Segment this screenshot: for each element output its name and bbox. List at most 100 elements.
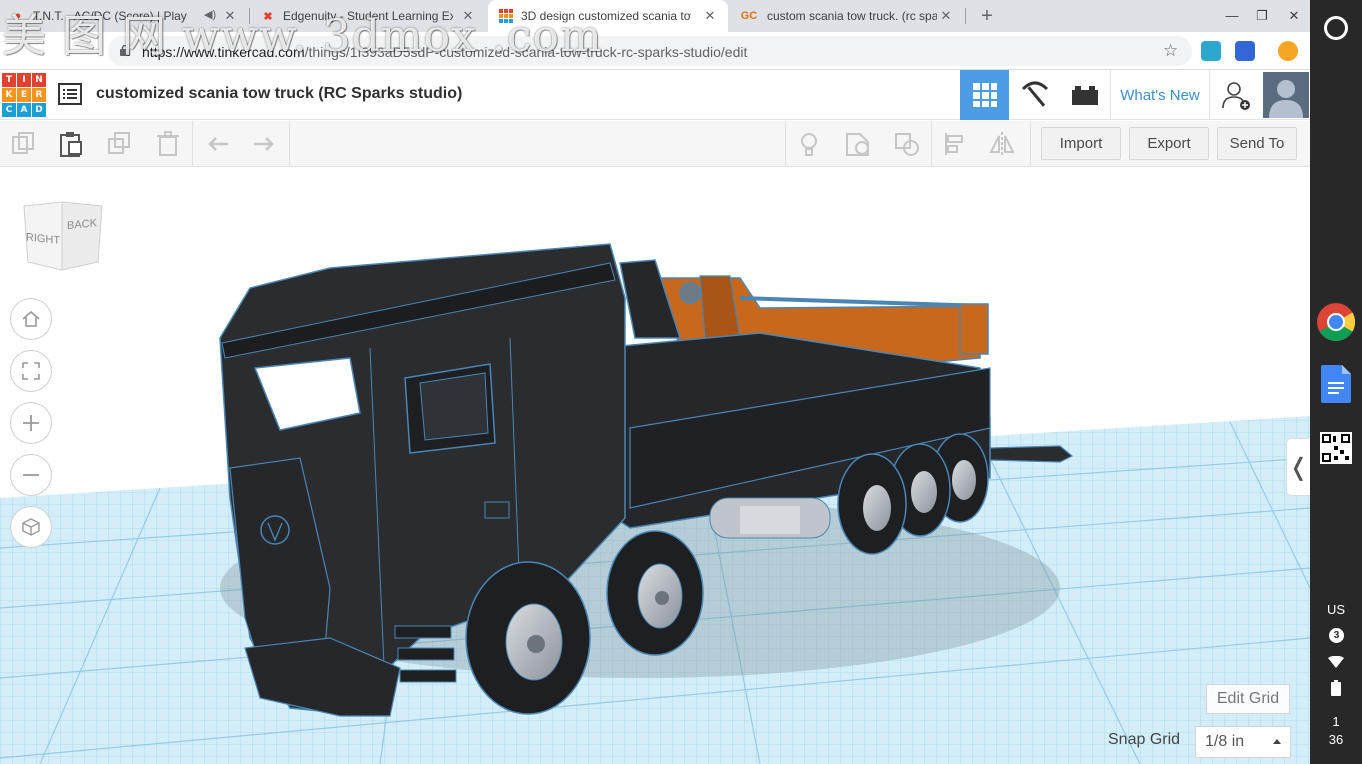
copy-icon[interactable] bbox=[10, 130, 38, 158]
lock-icon bbox=[120, 45, 130, 56]
grid-view-icon bbox=[972, 83, 997, 107]
drive-shaft bbox=[709, 497, 831, 539]
3d-scene[interactable] bbox=[0, 168, 1310, 764]
close-tab-icon[interactable]: ✕ bbox=[702, 8, 718, 24]
group-icon[interactable] bbox=[844, 130, 872, 158]
browser-toolbar: https://www.tinkercad.com/things/1I393aD… bbox=[0, 32, 1310, 70]
design-list-icon[interactable] bbox=[58, 82, 82, 106]
bookmark-star-icon[interactable]: ☆ bbox=[1163, 41, 1178, 61]
home-view-button[interactable] bbox=[10, 298, 52, 340]
minimize-button[interactable]: — bbox=[1222, 6, 1242, 26]
edgenuity-favicon: ✖ bbox=[263, 10, 273, 23]
close-tab-icon[interactable]: ✕ bbox=[938, 8, 954, 24]
snap-grid-select[interactable]: 1/8 in bbox=[1195, 726, 1291, 758]
zoom-out-button[interactable] bbox=[10, 454, 52, 496]
edit-grid-button[interactable]: Edit Grid bbox=[1206, 684, 1290, 714]
docs-app-icon[interactable] bbox=[1316, 364, 1356, 404]
speaker-icon[interactable]: ◀) bbox=[204, 8, 216, 21]
design-title[interactable]: customized scania tow truck (RC Sparks s… bbox=[96, 85, 462, 103]
logo-letter: E bbox=[17, 88, 31, 102]
snap-grid-label: Snap Grid bbox=[1108, 731, 1181, 748]
redo-icon[interactable] bbox=[250, 130, 278, 158]
tab-edgenuity[interactable]: ✖ Edgenuity - Student Learning Exp ✕ bbox=[250, 0, 486, 32]
tinkercad-favicon bbox=[498, 8, 514, 24]
whats-new-link[interactable]: What's New bbox=[1110, 70, 1210, 120]
fit-view-icon bbox=[22, 362, 40, 380]
close-tab-icon[interactable]: ✕ bbox=[222, 8, 238, 24]
new-tab-button[interactable]: + bbox=[976, 5, 998, 27]
lightbulb-icon[interactable] bbox=[795, 130, 823, 158]
underlift-arm[interactable] bbox=[989, 445, 1074, 463]
tab-strip: ● T.N.T. - AC/DC (Score) | Play ◀) ✕ ✖ E… bbox=[0, 0, 1310, 32]
address-bar[interactable]: https://www.tinkercad.com/things/1I393aD… bbox=[108, 36, 1192, 66]
home-icon bbox=[22, 310, 40, 327]
gc-favicon: GC bbox=[740, 10, 758, 22]
snap-grid-value: 1/8 in bbox=[1205, 733, 1245, 750]
minus-icon bbox=[23, 474, 39, 476]
logo-letter: K bbox=[2, 88, 16, 102]
cloud-extension-icon[interactable] bbox=[1201, 41, 1221, 61]
bm-extension-icon[interactable] bbox=[1235, 41, 1255, 61]
tab-play[interactable]: ● T.N.T. - AC/DC (Score) | Play ◀) ✕ bbox=[0, 0, 248, 32]
notification-count-badge[interactable]: 3 bbox=[1329, 628, 1344, 643]
undo-icon[interactable] bbox=[204, 130, 232, 158]
mirror-icon[interactable] bbox=[988, 130, 1016, 158]
tab-tinkercad[interactable]: 3D design customized scania tow ✕ bbox=[488, 0, 728, 32]
export-button[interactable]: Export bbox=[1129, 127, 1209, 160]
docs-icon bbox=[1321, 365, 1351, 403]
tab-gc[interactable]: GC custom scania tow truck. (rc spa ✕ bbox=[728, 0, 964, 32]
blocks-view-button[interactable] bbox=[1010, 70, 1059, 120]
battery-icon[interactable] bbox=[1331, 680, 1341, 696]
caret-up-icon bbox=[1273, 739, 1281, 744]
panel-toggle-chevron-icon[interactable]: ❬ bbox=[1286, 438, 1310, 496]
plus-icon bbox=[23, 415, 39, 431]
chromeos-shelf: US 3 1 36 bbox=[1310, 0, 1362, 764]
paste-icon[interactable] bbox=[57, 130, 85, 158]
logo-letter: R bbox=[32, 88, 46, 102]
chrome-icon bbox=[1317, 303, 1356, 342]
chrome-window: ● T.N.T. - AC/DC (Score) | Play ◀) ✕ ✖ E… bbox=[0, 0, 1310, 764]
launcher-icon[interactable] bbox=[1324, 16, 1348, 40]
user-avatar[interactable] bbox=[1262, 70, 1310, 120]
perspective-button[interactable] bbox=[10, 506, 52, 548]
clock-hour[interactable]: 1 bbox=[1310, 714, 1362, 729]
logo-letter: D bbox=[32, 103, 46, 117]
logo-letter: T bbox=[2, 73, 16, 87]
fit-view-button[interactable] bbox=[10, 350, 52, 392]
restore-button[interactable]: ❐ bbox=[1252, 6, 1272, 26]
duplicate-icon[interactable] bbox=[106, 130, 134, 158]
pickaxe-icon bbox=[1021, 81, 1048, 107]
close-tab-icon[interactable]: ✕ bbox=[460, 8, 476, 24]
qr-code-icon bbox=[1320, 432, 1352, 464]
tinkercad-header: T I N K E R C A D customized scania tow … bbox=[0, 70, 1310, 120]
add-user-icon bbox=[1222, 82, 1250, 110]
ime-indicator[interactable]: US bbox=[1310, 602, 1362, 617]
chrome-app-icon[interactable] bbox=[1316, 302, 1356, 342]
align-icon[interactable] bbox=[942, 130, 970, 158]
play-favicon: ● bbox=[14, 10, 22, 22]
tab-title: custom scania tow truck. (rc spa bbox=[767, 9, 937, 23]
tab-title: 3D design customized scania tow bbox=[521, 9, 691, 23]
logo-letter: C bbox=[2, 103, 16, 117]
zoom-in-button[interactable] bbox=[10, 402, 52, 444]
3d-view-button[interactable] bbox=[960, 70, 1009, 120]
qr-app-icon[interactable] bbox=[1316, 428, 1356, 468]
ungroup-icon[interactable] bbox=[893, 130, 921, 158]
edit-toolbar: Import Export Send To bbox=[0, 121, 1310, 167]
bricks-view-button[interactable] bbox=[1060, 70, 1109, 120]
wifi-icon[interactable] bbox=[1328, 656, 1344, 668]
logo-letter: A bbox=[17, 103, 31, 117]
close-window-button[interactable]: ✕ bbox=[1284, 6, 1304, 26]
add-user-button[interactable] bbox=[1212, 70, 1260, 120]
tab-title: Edgenuity - Student Learning Exp bbox=[283, 9, 453, 23]
view-cube[interactable]: RIGHT BACK bbox=[22, 200, 104, 276]
delete-icon[interactable] bbox=[154, 130, 182, 158]
cube-icon bbox=[22, 518, 40, 536]
tinkercad-logo[interactable]: T I N K E R C A D bbox=[2, 73, 46, 117]
import-button[interactable]: Import bbox=[1041, 127, 1121, 160]
url-text: https://www.tinkercad.com/things/1I393aD… bbox=[142, 44, 748, 60]
clock-minute[interactable]: 36 bbox=[1310, 732, 1362, 747]
workplane-viewport[interactable]: RIGHT BACK ❬ Edit Grid Snap Grid 1/8 in bbox=[0, 168, 1310, 764]
alert-extension-icon[interactable] bbox=[1278, 41, 1298, 61]
send-to-button[interactable]: Send To bbox=[1217, 127, 1297, 160]
